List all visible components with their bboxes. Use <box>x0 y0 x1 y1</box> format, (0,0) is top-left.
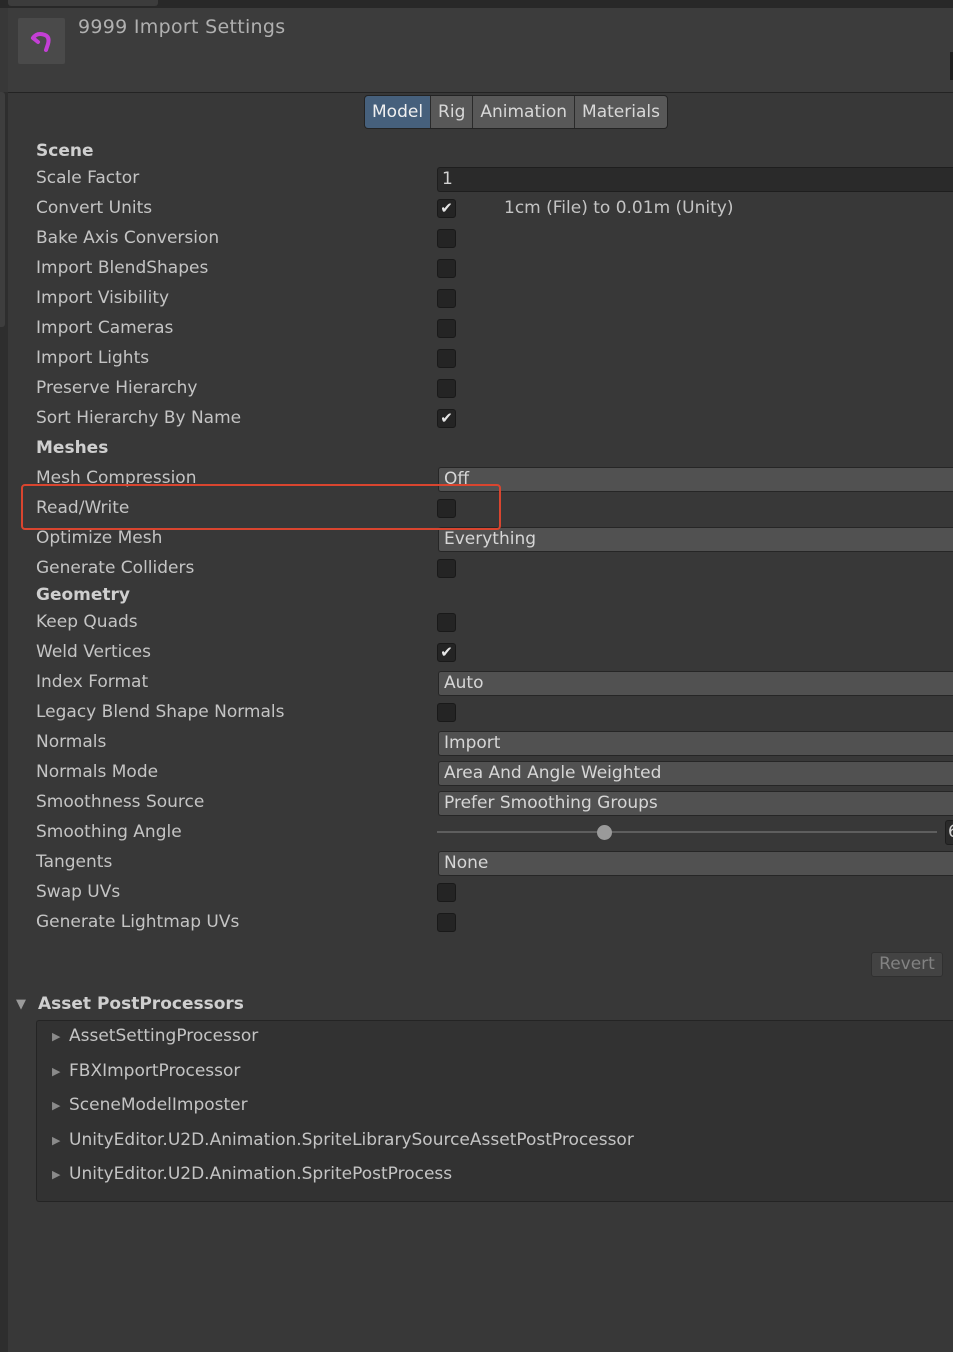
import-blendshapes-label: Import BlendShapes <box>36 258 209 278</box>
import-blendshapes-checkbox[interactable] <box>437 259 456 278</box>
import-lights-checkbox[interactable] <box>437 349 456 368</box>
fbx-asset-icon <box>18 18 65 64</box>
bake-axis-label: Bake Axis Conversion <box>36 228 220 248</box>
swap-uvs-label: Swap UVs <box>36 882 121 902</box>
tangents-dropdown[interactable]: None <box>438 851 953 876</box>
postprocessor-name: AssetSettingProcessor <box>69 1026 259 1046</box>
section-geometry: Geometry <box>36 585 130 605</box>
mesh-compression-dropdown[interactable]: Off <box>438 467 953 492</box>
importer-tabs: Model Rig Animation Materials <box>364 95 668 129</box>
asset-postprocessors-title: Asset PostProcessors <box>38 994 244 1014</box>
import-visibility-checkbox[interactable] <box>437 289 456 308</box>
index-format-dropdown[interactable]: Auto <box>438 671 953 696</box>
normals-dropdown[interactable]: Import <box>438 731 953 756</box>
generate-colliders-checkbox[interactable] <box>437 559 456 578</box>
foldout-collapsed-icon: ▶ <box>52 1029 61 1043</box>
sort-hierarchy-label: Sort Hierarchy By Name <box>36 408 242 428</box>
weld-vertices-checkbox[interactable]: ✔ <box>437 643 456 662</box>
scale-factor-label: Scale Factor <box>36 168 140 188</box>
import-cameras-checkbox[interactable] <box>437 319 456 338</box>
tab-materials[interactable]: Materials <box>575 96 667 128</box>
section-meshes: Meshes <box>36 438 109 458</box>
weld-vertices-label: Weld Vertices <box>36 642 151 662</box>
preserve-hierarchy-label: Preserve Hierarchy <box>36 378 198 398</box>
tab-animation[interactable]: Animation <box>473 96 576 128</box>
list-item[interactable]: ▶ SceneModelImposter <box>52 1095 248 1115</box>
tangents-label: Tangents <box>36 852 113 872</box>
postprocessor-name: FBXImportProcessor <box>69 1061 241 1081</box>
smoothing-angle-slider-handle[interactable] <box>597 825 612 840</box>
list-item[interactable]: ▶ UnityEditor.U2D.Animation.SpriteLibrar… <box>52 1130 634 1150</box>
preserve-hierarchy-checkbox[interactable] <box>437 379 456 398</box>
optimize-mesh-label: Optimize Mesh <box>36 528 163 548</box>
postprocessor-name: SceneModelImposter <box>69 1095 248 1115</box>
legacy-blend-normals-checkbox[interactable] <box>437 703 456 722</box>
revert-button[interactable]: Revert <box>871 952 943 977</box>
left-scroll-handle[interactable] <box>0 92 5 327</box>
import-settings-title: 9999 Import Settings <box>78 16 286 38</box>
convert-units-note: 1cm (File) to 0.01m (Unity) <box>504 198 734 218</box>
list-item[interactable]: ▶ UnityEditor.U2D.Animation.SpritePostPr… <box>52 1164 452 1184</box>
smoothing-angle-value-field[interactable]: 6 <box>945 820 953 845</box>
mesh-compression-label: Mesh Compression <box>36 468 197 488</box>
normals-mode-dropdown[interactable]: Area And Angle Weighted <box>438 761 953 786</box>
list-item[interactable]: ▶ FBXImportProcessor <box>52 1061 240 1081</box>
index-format-label: Index Format <box>36 672 149 692</box>
smoothing-angle-label: Smoothing Angle <box>36 822 182 842</box>
smoothness-source-label: Smoothness Source <box>36 792 205 812</box>
foldout-collapsed-icon: ▶ <box>52 1064 61 1078</box>
foldout-collapsed-icon: ▶ <box>52 1167 61 1181</box>
postprocessor-name: UnityEditor.U2D.Animation.SpritePostProc… <box>69 1164 453 1184</box>
convert-units-checkbox[interactable]: ✔ <box>437 199 456 218</box>
inspector-window-tab[interactable] <box>8 0 158 6</box>
keep-quads-checkbox[interactable] <box>437 613 456 632</box>
tab-model[interactable]: Model <box>365 96 432 128</box>
read-write-label: Read/Write <box>36 498 130 518</box>
generate-lightmap-uvs-label: Generate Lightmap UVs <box>36 912 240 932</box>
import-cameras-label: Import Cameras <box>36 318 174 338</box>
bake-axis-checkbox[interactable] <box>437 229 456 248</box>
smoothness-source-dropdown[interactable]: Prefer Smoothing Groups <box>438 791 953 816</box>
import-lights-label: Import Lights <box>36 348 150 368</box>
smoothing-angle-slider-track[interactable] <box>437 831 937 833</box>
postprocessor-name: UnityEditor.U2D.Animation.SpriteLibraryS… <box>69 1130 634 1150</box>
asset-postprocessors-foldout[interactable]: ▼ Asset PostProcessors <box>16 994 244 1014</box>
optimize-mesh-dropdown[interactable]: Everything <box>438 527 953 552</box>
section-scene: Scene <box>36 141 94 161</box>
foldout-collapsed-icon: ▶ <box>52 1098 61 1112</box>
list-item[interactable]: ▶ AssetSettingProcessor <box>52 1026 258 1046</box>
generate-lightmap-uvs-checkbox[interactable] <box>437 913 456 932</box>
import-visibility-label: Import Visibility <box>36 288 170 308</box>
read-write-checkbox[interactable] <box>437 499 456 518</box>
keep-quads-label: Keep Quads <box>36 612 138 632</box>
inspector-header: 9999 Import Settings <box>8 8 953 93</box>
swap-uvs-checkbox[interactable] <box>437 883 456 902</box>
foldout-collapsed-icon: ▶ <box>52 1133 61 1147</box>
legacy-blend-normals-label: Legacy Blend Shape Normals <box>36 702 285 722</box>
normals-mode-label: Normals Mode <box>36 762 159 782</box>
foldout-expanded-icon: ▼ <box>16 996 26 1012</box>
tab-rig[interactable]: Rig <box>431 96 474 128</box>
normals-label: Normals <box>36 732 107 752</box>
convert-units-label: Convert Units <box>36 198 153 218</box>
sort-hierarchy-checkbox[interactable]: ✔ <box>437 409 456 428</box>
generate-colliders-label: Generate Colliders <box>36 558 195 578</box>
scale-factor-field[interactable]: 1 <box>437 167 953 192</box>
